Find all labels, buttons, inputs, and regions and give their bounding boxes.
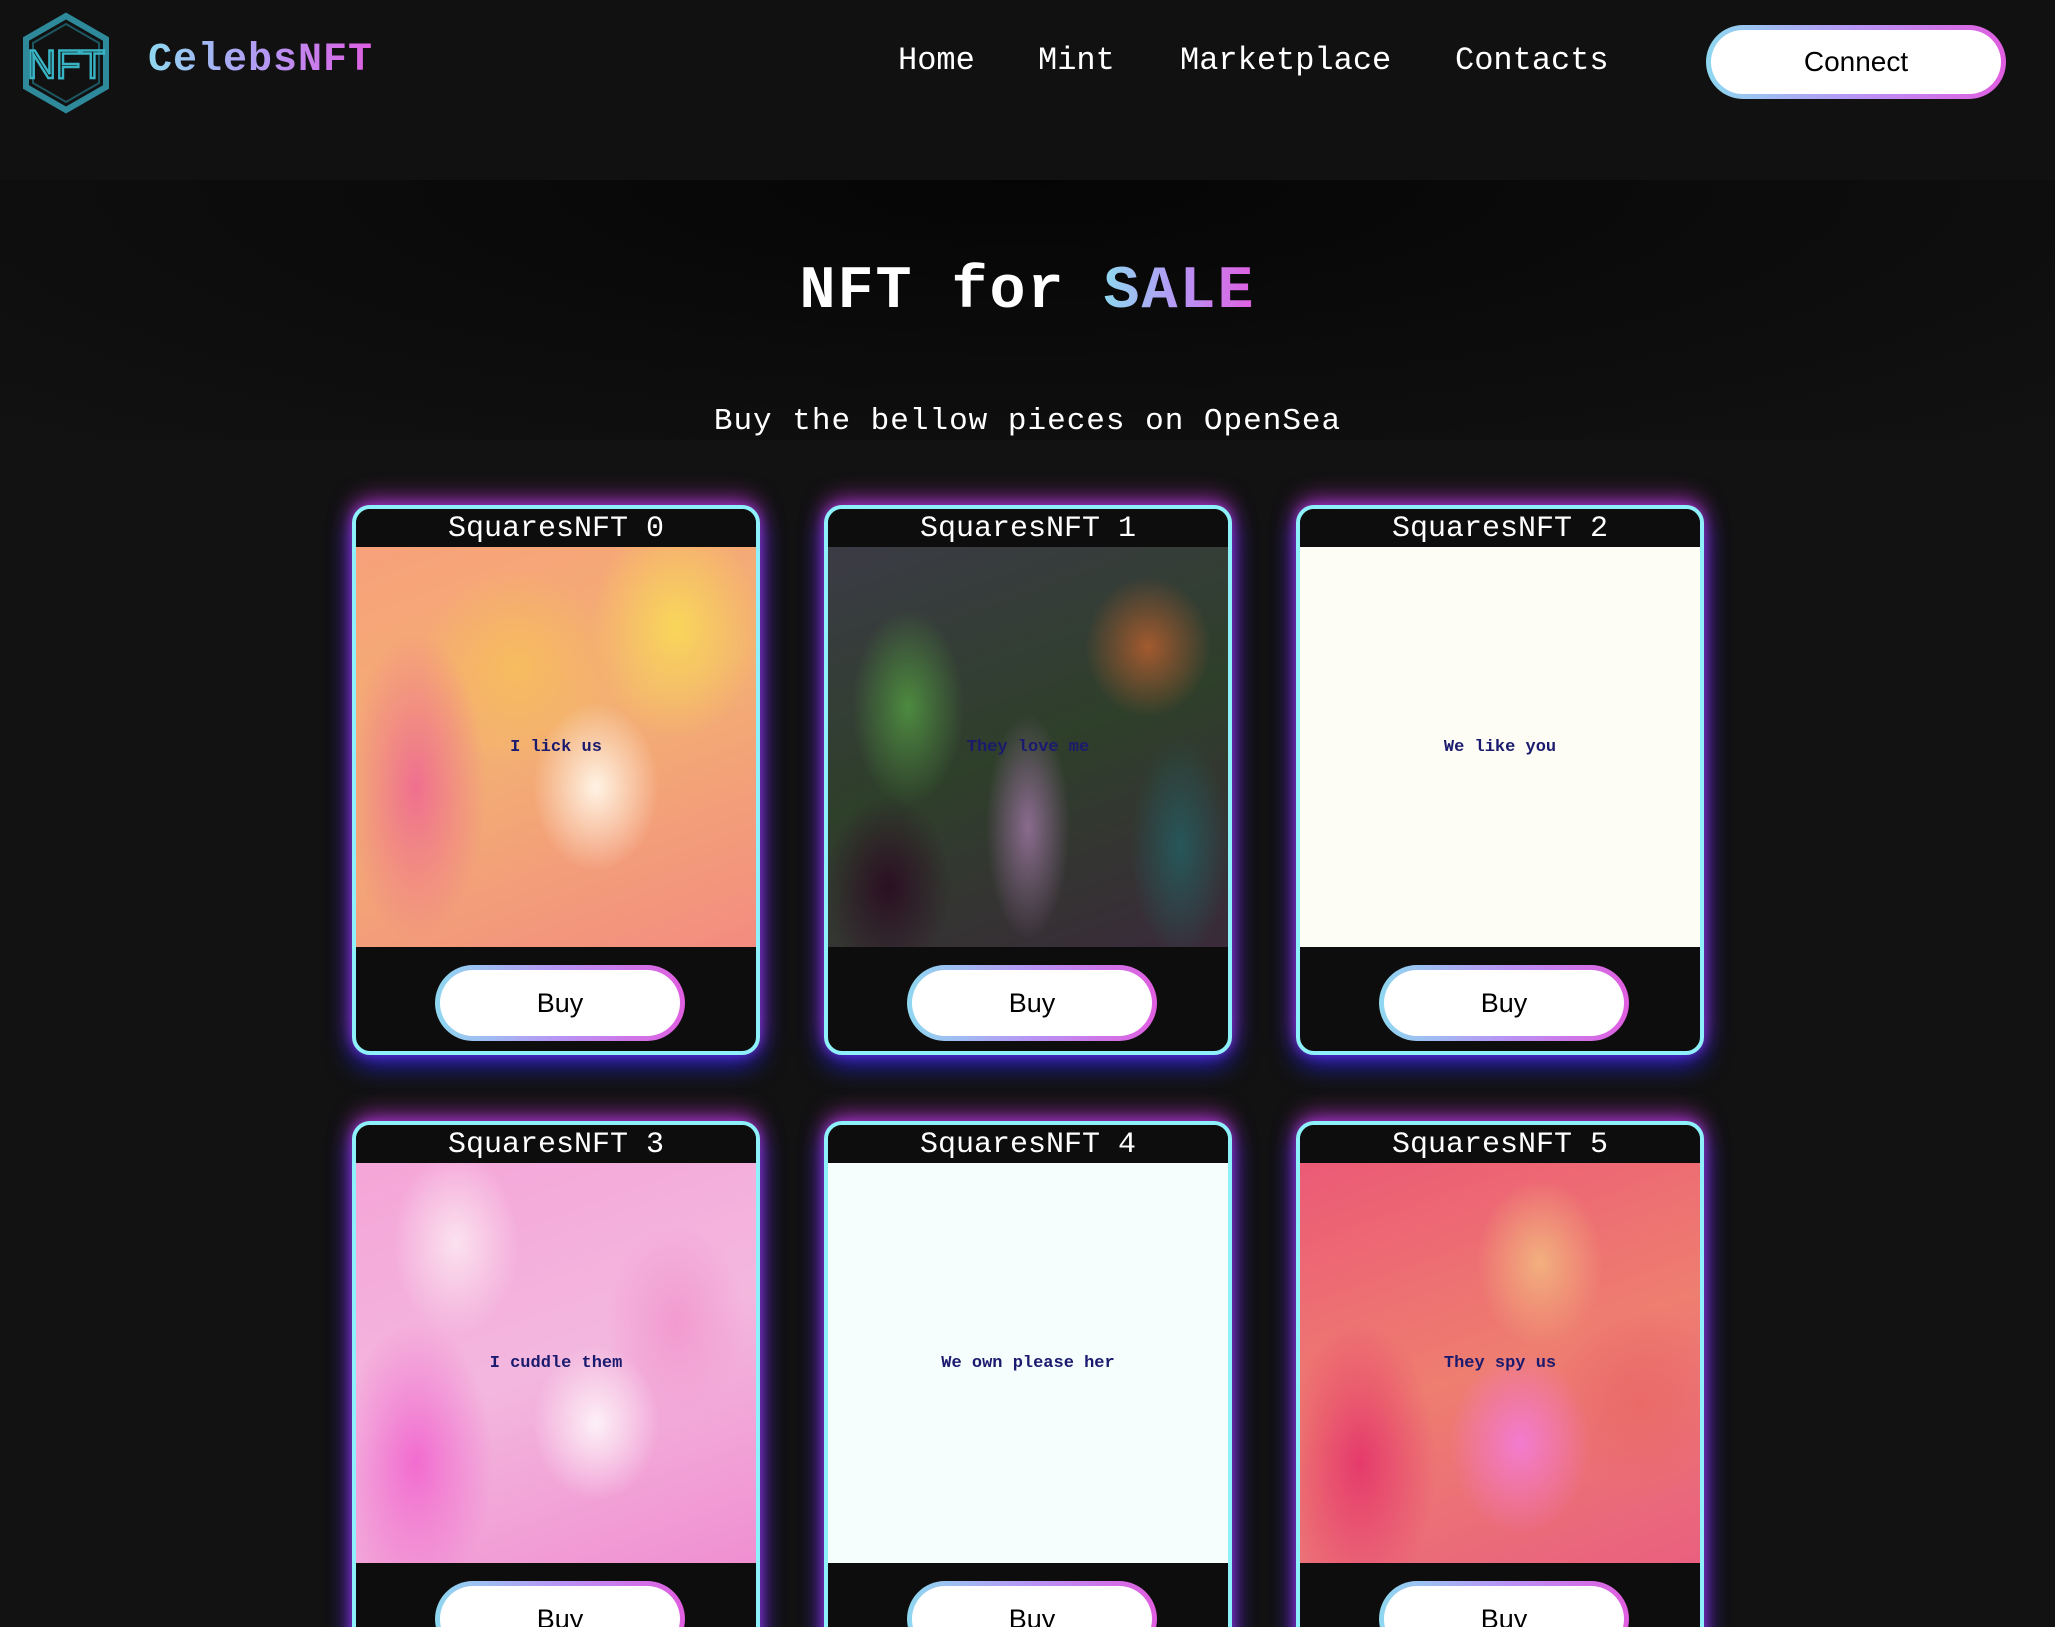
connect-button-label: Connect [1711, 30, 2001, 94]
nav-contacts[interactable]: Contacts [1455, 42, 1609, 79]
buy-button-label: Buy [1384, 970, 1624, 1036]
buy-button-label: Buy [912, 970, 1152, 1036]
nft-caption: I cuddle them [489, 1353, 623, 1373]
nft-caption: I lick us [510, 737, 602, 757]
nft-card: SquaresNFT 1 They love me Buy [824, 505, 1232, 1055]
nft-caption: We own please her [941, 1353, 1115, 1373]
site-header: NFT CelebsNFT Home Mint Marketplace Cont… [0, 0, 2055, 180]
nft-caption: They love me [966, 737, 1090, 757]
buy-button-label: Buy [440, 970, 680, 1036]
nft-card: SquaresNFT 4 We own please her Buy [824, 1121, 1232, 1627]
nft-card-title: SquaresNFT 4 [828, 1125, 1228, 1163]
nft-caption: They spy us [1443, 1353, 1557, 1373]
buy-button[interactable]: Buy [1379, 965, 1629, 1041]
nav-mint[interactable]: Mint [1038, 42, 1115, 79]
buy-button[interactable]: Buy [907, 1581, 1157, 1627]
logo-text: NFT [27, 43, 105, 87]
title-accent: SALE [1103, 258, 1256, 326]
brand-name[interactable]: CelebsNFT [148, 38, 373, 83]
buy-button-label: Buy [912, 1586, 1152, 1627]
nft-card-title: SquaresNFT 2 [1300, 509, 1700, 547]
nft-card-title: SquaresNFT 1 [828, 509, 1228, 547]
nft-artwork[interactable]: They love me [828, 547, 1228, 947]
nft-artwork[interactable]: I lick us [356, 547, 756, 947]
nft-artwork[interactable]: We like you [1300, 547, 1700, 947]
buy-button[interactable]: Buy [435, 965, 685, 1041]
buy-button[interactable]: Buy [1379, 1581, 1629, 1627]
buy-button[interactable]: Buy [907, 965, 1157, 1041]
nft-card: SquaresNFT 0 I lick us Buy [352, 505, 760, 1055]
page-subtitle: Buy the bellow pieces on OpenSea [713, 404, 1342, 439]
nft-card-title: SquaresNFT 5 [1300, 1125, 1700, 1163]
nft-artwork[interactable]: I cuddle them [356, 1163, 756, 1563]
nav-home[interactable]: Home [898, 42, 975, 79]
nft-artwork[interactable]: We own please her [828, 1163, 1228, 1563]
nft-card: SquaresNFT 3 I cuddle them Buy [352, 1121, 760, 1627]
connect-button[interactable]: Connect [1706, 25, 2006, 99]
nft-card: SquaresNFT 5 They spy us Buy [1296, 1121, 1704, 1627]
nft-logo-icon[interactable]: NFT [20, 12, 112, 114]
nft-card: SquaresNFT 2 We like you Buy [1296, 505, 1704, 1055]
nav-marketplace[interactable]: Marketplace [1180, 42, 1391, 79]
page-title: NFT for SALE [0, 258, 2055, 326]
buy-button[interactable]: Buy [435, 1581, 685, 1627]
nft-card-title: SquaresNFT 3 [356, 1125, 756, 1163]
nft-card-title: SquaresNFT 0 [356, 509, 756, 547]
buy-button-label: Buy [440, 1586, 680, 1627]
title-prefix: NFT for [799, 258, 1066, 326]
nft-artwork[interactable]: They spy us [1300, 1163, 1700, 1563]
buy-button-label: Buy [1384, 1586, 1624, 1627]
nft-caption: We like you [1443, 737, 1557, 757]
